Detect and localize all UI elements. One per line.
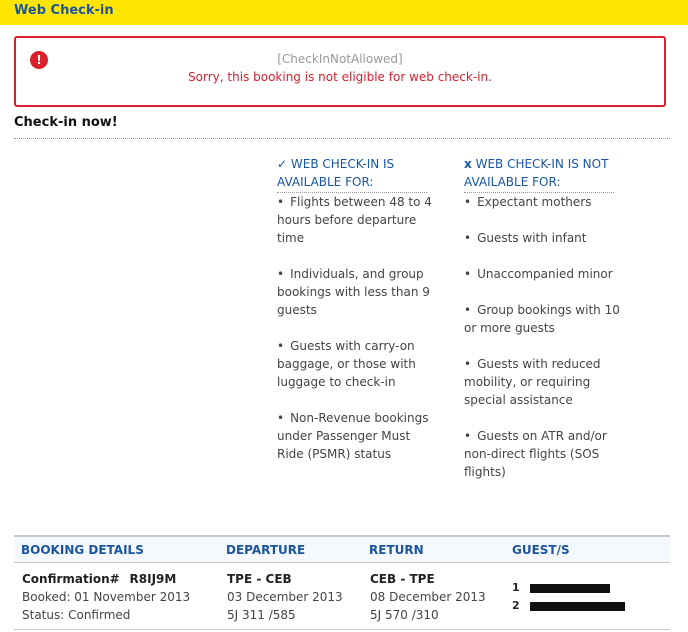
error-alert: ! [CheckInNotAllowed] Sorry, this bookin… xyxy=(14,36,666,107)
error-message: Sorry, this booking is not eligible for … xyxy=(188,70,492,84)
departure-route: TPE - CEB xyxy=(227,572,292,586)
header-guests: GUEST/S xyxy=(512,543,570,557)
booking-details-cell: Confirmation# R8IJ9M Booked: 01 November… xyxy=(22,570,190,624)
bottom-divider xyxy=(14,629,670,630)
list-item: • Guests with carry-on baggage, or those … xyxy=(277,339,416,389)
bullet-icon: • xyxy=(464,231,472,245)
confirmation-code: R8IJ9M xyxy=(129,572,177,586)
departure-cell: TPE - CEB 03 December 2013 5J 311 /585 xyxy=(227,570,343,624)
redacted-guest-name xyxy=(529,583,610,593)
list-item: • Expectant mothers xyxy=(464,195,592,209)
not-available-heading-text: WEB CHECK-IN IS NOT AVAILABLE FOR: xyxy=(464,157,609,189)
available-heading: ✓ WEB CHECK-IN IS AVAILABLE FOR: xyxy=(277,155,427,193)
list-item: • Guests on ATR and/or non-direct flights… xyxy=(464,429,607,479)
x-mark-icon: x xyxy=(464,157,472,171)
booking-status: Status: Confirmed xyxy=(22,608,131,622)
return-cell: CEB - TPE 08 December 2013 5J 570 /310 xyxy=(370,570,486,624)
not-available-for-column: x WEB CHECK-IN IS NOT AVAILABLE FOR: • Ex… xyxy=(464,155,624,499)
not-available-heading: x WEB CHECK-IN IS NOT AVAILABLE FOR: xyxy=(464,155,614,193)
return-date: 08 December 2013 xyxy=(370,590,486,604)
list-item: • Group bookings with 10 or more guests xyxy=(464,303,620,335)
guest-number: 1 xyxy=(512,581,520,594)
available-for-column: ✓ WEB CHECK-IN IS AVAILABLE FOR: • Flight… xyxy=(277,155,432,481)
header-return: RETURN xyxy=(369,543,424,557)
header-bar: Web Check-in xyxy=(0,0,688,25)
return-route: CEB - TPE xyxy=(370,572,435,586)
checkmark-icon: ✓ xyxy=(277,157,288,171)
redacted-guest-name xyxy=(529,601,625,611)
list-item: • Individuals, and group bookings with le… xyxy=(277,267,430,317)
list-item: • Unaccompanied minor xyxy=(464,267,613,281)
header-departure: DEPARTURE xyxy=(226,543,306,557)
available-heading-text: WEB CHECK-IN IS AVAILABLE FOR: xyxy=(277,157,395,189)
confirmation-label: Confirmation# xyxy=(22,572,120,586)
departure-date: 03 December 2013 xyxy=(227,590,343,604)
list-item: • Flights between 48 to 4 hours before de… xyxy=(277,195,432,245)
list-item: • Guests with reduced mobility, or requir… xyxy=(464,357,601,407)
confirmation-line: Confirmation# R8IJ9M xyxy=(22,570,190,588)
return-flight: 5J 570 /310 xyxy=(370,608,439,622)
bullet-icon: • xyxy=(277,411,285,425)
bullet-icon: • xyxy=(277,195,285,209)
bullet-icon: • xyxy=(277,267,285,281)
error-code: [CheckInNotAllowed] xyxy=(277,52,403,66)
booked-date: Booked: 01 November 2013 xyxy=(22,590,191,604)
bullet-icon: • xyxy=(464,195,472,209)
bullet-icon: • xyxy=(464,303,472,317)
departure-flight: 5J 311 /585 xyxy=(227,608,296,622)
guest-row: 1 xyxy=(512,581,610,594)
bullet-icon: • xyxy=(464,357,472,371)
list-item: • Non-Revenue bookings under Passenger Mu… xyxy=(277,411,429,461)
header-booking-details: BOOKING DETAILS xyxy=(21,543,144,557)
guest-number: 2 xyxy=(512,599,520,612)
list-item: • Guests with infant xyxy=(464,231,587,245)
section-title: Check-in now! xyxy=(14,115,118,130)
guest-row: 2 xyxy=(512,599,625,612)
bullet-icon: • xyxy=(464,267,472,281)
booking-table-header: BOOKING DETAILS DEPARTURE RETURN GUEST/S xyxy=(14,537,670,563)
bullet-icon: • xyxy=(464,429,472,443)
page-title: Web Check-in xyxy=(14,3,114,18)
divider xyxy=(14,138,670,139)
bullet-icon: • xyxy=(277,339,285,353)
